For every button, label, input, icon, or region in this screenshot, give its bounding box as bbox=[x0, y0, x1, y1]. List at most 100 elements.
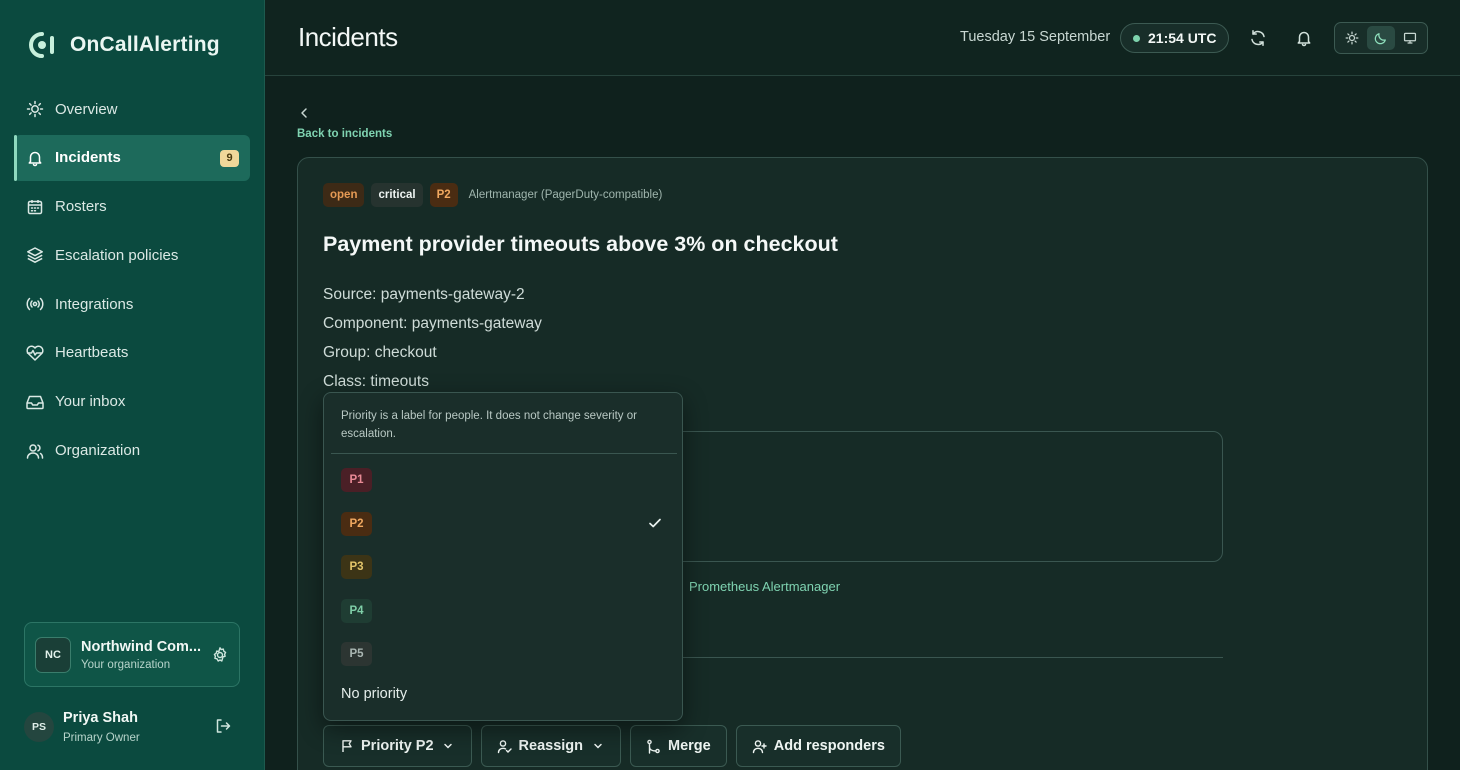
logout-icon[interactable] bbox=[214, 717, 232, 735]
meta-source: Source: payments-gateway-2 bbox=[323, 286, 525, 303]
priority-button[interactable]: Priority P2 bbox=[323, 725, 472, 767]
priority-chip: P1 bbox=[341, 468, 372, 492]
sidebar: OnCallAlerting Overview Incidents 9 Rost… bbox=[0, 0, 265, 770]
org-text: Northwind Com... Your organization bbox=[81, 639, 206, 671]
priority-option-p4[interactable]: P4 bbox=[331, 590, 677, 630]
sidebar-item-label: Integrations bbox=[55, 295, 134, 313]
sidebar-item-heartbeats[interactable]: Heartbeats bbox=[14, 330, 250, 376]
sidebar-item-rosters[interactable]: Rosters bbox=[14, 184, 250, 230]
avatar: PS bbox=[24, 712, 54, 742]
incident-tags: open critical P2 Alertmanager (PagerDuty… bbox=[323, 183, 662, 207]
back-label: Back to incidents bbox=[297, 128, 393, 140]
layers-icon bbox=[25, 245, 45, 265]
oncallalerting-logo-icon bbox=[29, 32, 54, 58]
org-name: Northwind Com... bbox=[81, 638, 202, 655]
flag-icon bbox=[339, 739, 354, 754]
status-badge: open bbox=[323, 183, 365, 207]
sidebar-item-organization[interactable]: Organization bbox=[14, 428, 250, 474]
priority-option-p5[interactable]: P5 bbox=[331, 633, 677, 673]
brand-name: OnCallAlerting bbox=[70, 33, 220, 56]
current-user: PS Priya Shah Primary Owner bbox=[24, 705, 240, 749]
user-plus-icon bbox=[752, 739, 767, 754]
theme-system-button[interactable] bbox=[1397, 26, 1424, 50]
meta-component: Component: payments-gateway bbox=[323, 315, 542, 332]
refresh-button[interactable] bbox=[1247, 27, 1269, 49]
org-avatar: NC bbox=[35, 636, 71, 673]
user-text: Priya Shah Primary Owner bbox=[63, 710, 140, 744]
sidebar-item-label: Your inbox bbox=[55, 393, 126, 411]
merge-button[interactable]: Merge bbox=[630, 725, 727, 767]
org-subtitle: Your organization bbox=[81, 658, 171, 671]
sidebar-item-label: Overview bbox=[55, 100, 118, 118]
sidebar-item-label: Escalation policies bbox=[55, 246, 179, 264]
gear-icon[interactable] bbox=[211, 646, 229, 664]
current-date: Tuesday 15 September bbox=[960, 29, 1111, 45]
inbox-icon bbox=[25, 392, 45, 412]
notifications-button[interactable] bbox=[1293, 27, 1315, 49]
utc-clock: 21:54 UTC bbox=[1120, 23, 1230, 53]
user-name: Priya Shah bbox=[63, 710, 138, 726]
bell-icon bbox=[1297, 31, 1311, 47]
check-icon bbox=[649, 518, 661, 528]
moon-icon bbox=[1374, 33, 1386, 45]
priority-hint: Priority is a label for people. It does … bbox=[341, 410, 637, 440]
incident-meta: Source: payments-gateway-2 Component: pa… bbox=[323, 280, 542, 396]
reassign-button-label: Reassign bbox=[518, 738, 584, 754]
user-check-icon bbox=[497, 739, 512, 754]
sun-icon bbox=[25, 99, 45, 119]
priority-option-p3[interactable]: P3 bbox=[331, 546, 677, 586]
users-icon bbox=[25, 441, 45, 461]
sidebar-item-escalation-policies[interactable]: Escalation policies bbox=[14, 232, 250, 278]
broadcast-icon bbox=[25, 294, 45, 314]
priority-chip: P5 bbox=[341, 642, 372, 666]
brand[interactable]: OnCallAlerting bbox=[26, 30, 220, 60]
chevron-left-icon bbox=[301, 108, 307, 118]
priority-option-p1[interactable]: P1 bbox=[331, 459, 677, 499]
incident-title: Payment provider timeouts above 3% on ch… bbox=[323, 232, 838, 256]
incident-count-badge: 9 bbox=[220, 149, 239, 167]
add-responders-button-label: Add responders bbox=[773, 738, 885, 754]
calendar-icon bbox=[25, 197, 45, 217]
sidebar-item-label: Organization bbox=[55, 442, 141, 460]
integration-source: Alertmanager (PagerDuty-compatible) bbox=[468, 189, 663, 201]
theme-dark-button[interactable] bbox=[1367, 26, 1395, 50]
priority-chip: P2 bbox=[341, 512, 372, 536]
sidebar-item-integrations[interactable]: Integrations bbox=[14, 281, 250, 327]
divider bbox=[331, 453, 677, 454]
user-role: Primary Owner bbox=[63, 732, 140, 744]
top-header: Incidents Tuesday 15 September 21:54 UTC bbox=[265, 0, 1460, 76]
theme-switcher bbox=[1334, 22, 1428, 54]
via-integration-link[interactable]: Prometheus Alertmanager bbox=[689, 579, 840, 594]
clock-time: 21:54 UTC bbox=[1148, 30, 1217, 46]
add-responders-button[interactable]: Add responders bbox=[735, 725, 901, 767]
chevron-down-icon bbox=[590, 739, 605, 754]
page-title: Incidents bbox=[298, 22, 398, 52]
merge-button-label: Merge bbox=[668, 738, 711, 754]
bell-icon bbox=[25, 148, 45, 168]
sidebar-item-overview[interactable]: Overview bbox=[14, 86, 250, 132]
sidebar-item-label: Heartbeats bbox=[55, 344, 129, 362]
severity-badge: critical bbox=[371, 183, 423, 207]
live-dot-icon bbox=[1133, 34, 1140, 42]
monitor-icon bbox=[1404, 32, 1417, 44]
sun-icon bbox=[1345, 31, 1359, 45]
theme-light-button[interactable] bbox=[1338, 26, 1365, 50]
priority-option-p2[interactable]: P2 bbox=[331, 503, 677, 543]
incident-actions: Priority P2 Reassign Merge Add responder… bbox=[323, 725, 901, 767]
priority-chip: P3 bbox=[341, 555, 372, 579]
organization-card[interactable]: NC Northwind Com... Your organization bbox=[24, 622, 240, 687]
meta-group: Group: checkout bbox=[323, 344, 437, 361]
sidebar-item-your-inbox[interactable]: Your inbox bbox=[14, 379, 250, 425]
heart-pulse-icon bbox=[25, 343, 45, 363]
priority-chip: P4 bbox=[341, 599, 372, 623]
priority-option-none[interactable]: No priority bbox=[341, 686, 407, 702]
sidebar-item-incidents[interactable]: Incidents 9 bbox=[14, 134, 250, 181]
priority-badge: P2 bbox=[429, 183, 458, 207]
chevron-down-icon bbox=[441, 739, 456, 754]
reassign-button[interactable]: Reassign bbox=[480, 725, 622, 767]
back-to-incidents-link[interactable]: Back to incidents bbox=[297, 106, 392, 140]
refresh-icon bbox=[1251, 30, 1265, 46]
sidebar-item-label: Rosters bbox=[55, 198, 107, 216]
sidebar-item-label: Incidents bbox=[55, 149, 121, 167]
sidebar-nav: Overview Incidents 9 Rosters Escalation … bbox=[14, 86, 250, 476]
